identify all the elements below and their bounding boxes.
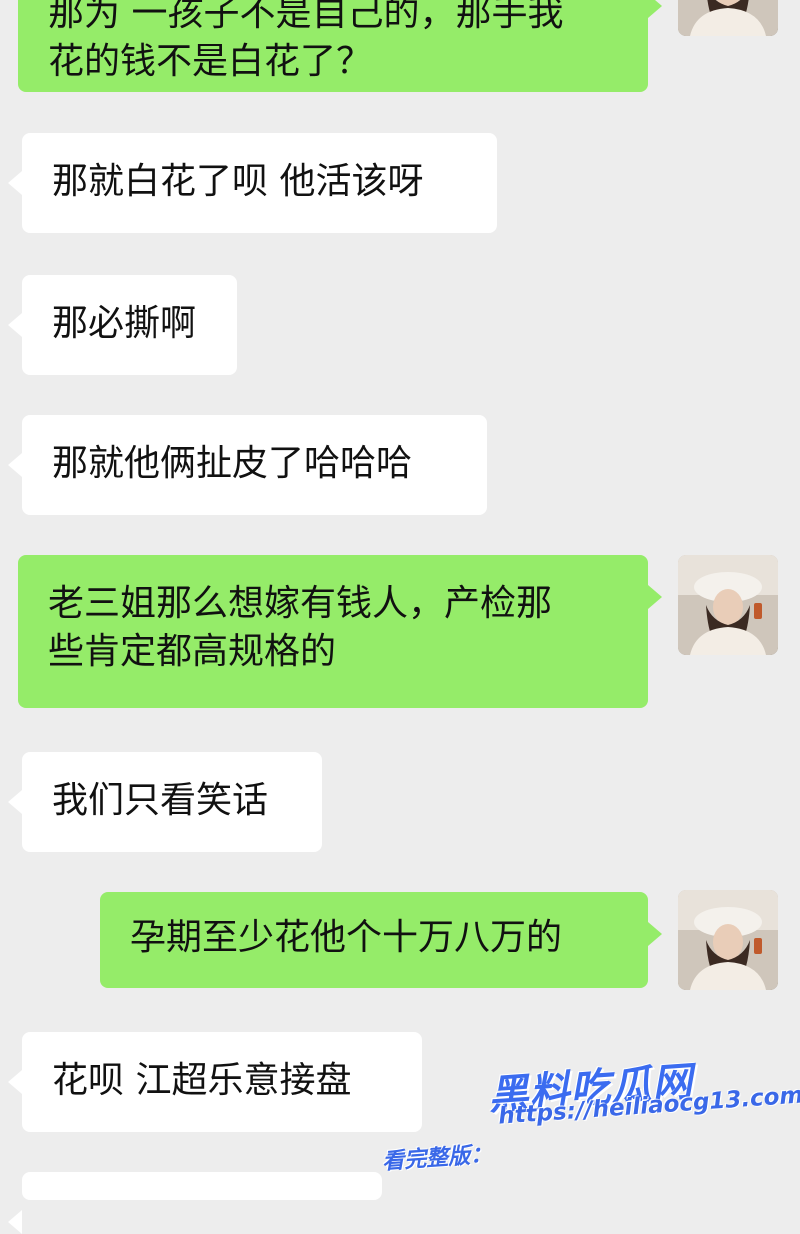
message-bubble-incoming[interactable]: 我们只看笑话	[8, 752, 322, 852]
message-text-line: 那必撕啊	[52, 303, 197, 344]
avatar-photo-icon	[678, 890, 778, 990]
message-text-line: 老三姐那么想嫁有钱人，产检那	[48, 583, 553, 624]
message-text-line: 那就他俩扯皮了哈哈哈	[52, 443, 413, 484]
user-avatar[interactable]	[678, 0, 778, 36]
message-bubble-incoming[interactable]: 那就他俩扯皮了哈哈哈	[8, 415, 487, 515]
message-bubble-outgoing[interactable]: 那为 一孩子不是自己的，那手我 花的钱不是白花了？	[18, 0, 662, 92]
message-text-line: 花的钱不是白花了？	[48, 41, 373, 82]
chat-area: 那为 一孩子不是自己的，那手我 花的钱不是白花了？ 那就白花了呗 他活该呀 那必…	[0, 0, 800, 1234]
message-text-line: 我们只看笑话	[52, 780, 269, 821]
message-bubble-outgoing[interactable]: 老三姐那么想嫁有钱人，产检那 些肯定都高规格的	[18, 555, 662, 708]
message-bubble-incoming[interactable]: 那必撕啊	[8, 275, 237, 375]
message-text-line: 些肯定都高规格的	[48, 631, 337, 672]
message-bubble-incoming[interactable]: 花呗 江超乐意接盘	[8, 1032, 422, 1132]
message-bubble-outgoing[interactable]: 孕期至少花他个十万八万的	[100, 892, 662, 988]
avatar-photo-icon	[678, 0, 778, 36]
message-bubble-incoming-partial[interactable]	[8, 1172, 382, 1234]
user-avatar[interactable]	[678, 890, 778, 990]
message-text-line: 那为 一孩子不是自己的，那手我	[48, 0, 564, 34]
avatar-photo-icon	[678, 555, 778, 655]
message-bubble-incoming[interactable]: 那就白花了呗 他活该呀	[8, 133, 497, 233]
user-avatar[interactable]	[678, 555, 778, 655]
message-text-line: 那就白花了呗 他活该呀	[52, 161, 424, 202]
message-text-line: 花呗 江超乐意接盘	[52, 1060, 352, 1101]
message-text-line: 孕期至少花他个十万八万的	[130, 917, 563, 958]
